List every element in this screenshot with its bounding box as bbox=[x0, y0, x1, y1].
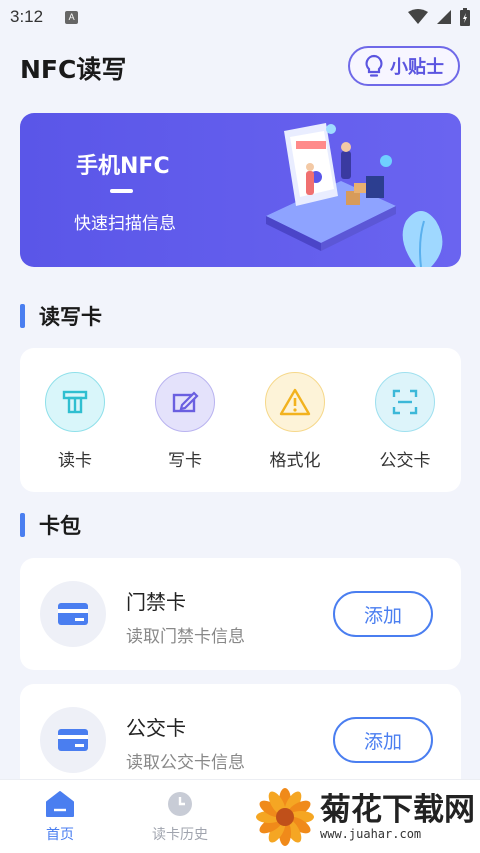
nav-label-home: 首页 bbox=[46, 827, 74, 843]
banner-divider bbox=[110, 189, 133, 193]
watermark-url: www.juahar.com bbox=[320, 827, 422, 842]
card-icon bbox=[40, 581, 106, 647]
section-title-text: 卡包 bbox=[39, 514, 81, 538]
section-title-text: 读写卡 bbox=[39, 305, 102, 329]
wallet-card-name: 门禁卡 bbox=[126, 590, 186, 614]
bus-card-label: 公交卡 bbox=[379, 451, 431, 471]
wallet-section-title: 卡包 bbox=[20, 511, 81, 539]
read-card-label: 读卡 bbox=[58, 451, 92, 471]
format-label: 格式化 bbox=[269, 451, 321, 471]
format-button[interactable]: 格式化 bbox=[255, 372, 335, 471]
wallet-card-desc: 读取公交卡信息 bbox=[126, 753, 245, 773]
read-card-button[interactable]: 读卡 bbox=[35, 372, 115, 471]
add-access-card-button[interactable]: 添加 bbox=[333, 591, 433, 637]
banner-title: 手机NFC bbox=[76, 154, 170, 179]
section-accent-bar bbox=[20, 304, 25, 328]
write-card-label: 写卡 bbox=[168, 451, 202, 471]
app-header: NFC读写 小贴士 bbox=[20, 46, 460, 86]
watermark-title: 菊花下载网 bbox=[320, 791, 475, 828]
scan-icon bbox=[375, 372, 435, 432]
notification-badge: A bbox=[65, 10, 79, 24]
status-bar: 3:12 A bbox=[0, 0, 480, 34]
wallet-card-desc: 读取门禁卡信息 bbox=[126, 627, 245, 647]
card-icon bbox=[40, 707, 106, 773]
nav-label-history: 读卡历史 bbox=[152, 827, 208, 843]
home-icon bbox=[46, 791, 74, 817]
nav-item-history[interactable]: 读卡历史 bbox=[140, 790, 220, 844]
status-icons bbox=[408, 8, 470, 26]
nav-item-home[interactable]: 首页 bbox=[20, 790, 100, 844]
bus-card-button[interactable]: 公交卡 bbox=[365, 372, 445, 471]
lightbulb-icon bbox=[365, 54, 383, 77]
section-accent-bar bbox=[20, 513, 25, 537]
read-write-card: 读卡 写卡 格式化 公交卡 bbox=[20, 348, 461, 492]
page-title: NFC读写 bbox=[20, 55, 127, 84]
add-bus-card-button[interactable]: 添加 bbox=[333, 717, 433, 763]
warning-icon bbox=[265, 372, 325, 432]
write-card-icon bbox=[155, 372, 215, 432]
watermark-text: 菊花下载网 www.juahar.com bbox=[320, 793, 475, 841]
battery-icon bbox=[460, 8, 470, 26]
watermark: 菊花下载网 www.juahar.com bbox=[256, 780, 480, 853]
banner-subtitle: 快速扫描信息 bbox=[74, 214, 176, 234]
wifi-icon bbox=[408, 9, 428, 24]
read-write-section-title: 读写卡 bbox=[20, 302, 102, 330]
tips-label: 小贴士 bbox=[390, 57, 444, 78]
bottom-nav: 首页 读卡历史 菊花下载网 www.juahar.com bbox=[0, 779, 480, 853]
wallet-card-access: 门禁卡 读取门禁卡信息 添加 bbox=[20, 558, 461, 670]
phone-shopping-illustration bbox=[266, 123, 443, 267]
read-card-icon bbox=[45, 372, 105, 432]
wallet-card-name: 公交卡 bbox=[126, 716, 186, 740]
status-time: 3:12 bbox=[10, 7, 44, 26]
write-card-button[interactable]: 写卡 bbox=[145, 372, 225, 471]
tips-button[interactable]: 小贴士 bbox=[348, 46, 460, 86]
signal-icon bbox=[437, 10, 451, 24]
clock-icon bbox=[168, 792, 192, 816]
promo-banner[interactable]: 手机NFC 快速扫描信息 bbox=[20, 113, 461, 267]
flower-logo-icon bbox=[256, 788, 314, 846]
